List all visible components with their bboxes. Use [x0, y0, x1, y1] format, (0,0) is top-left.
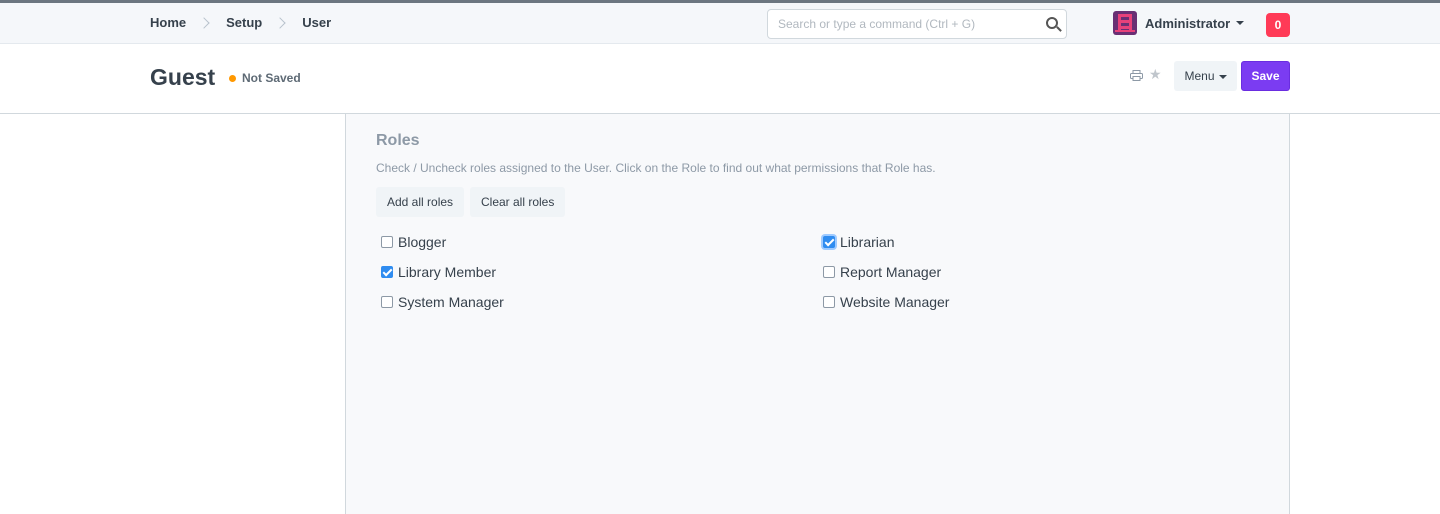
print-icon[interactable]	[1130, 70, 1143, 81]
breadcrumb-user[interactable]: User	[302, 15, 331, 30]
role-librarian[interactable]: Librarian	[823, 234, 894, 250]
chevron-right-icon	[198, 16, 210, 29]
checkbox[interactable]	[823, 236, 835, 248]
add-all-roles-button[interactable]: Add all roles	[376, 187, 465, 217]
caret-down-icon	[1218, 74, 1227, 79]
breadcrumb-setup[interactable]: Setup	[226, 15, 262, 30]
role-report-manager[interactable]: Report Manager	[823, 264, 941, 280]
clear-all-roles-button[interactable]: Clear all roles	[470, 187, 566, 217]
user-name: Administrator	[1145, 15, 1231, 31]
checkbox[interactable]	[381, 236, 393, 248]
role-label: Report Manager	[840, 264, 942, 280]
role-label: Website Manager	[840, 294, 950, 310]
save-button[interactable]: Save	[1241, 61, 1290, 91]
caret-down-icon	[1236, 21, 1245, 25]
menu-button-label: Menu	[1184, 69, 1215, 83]
menu-button[interactable]: Menu	[1174, 61, 1237, 91]
status-dot-icon	[229, 74, 236, 82]
checkbox[interactable]	[823, 296, 835, 308]
user-menu[interactable]: Administrator	[1113, 11, 1245, 35]
role-blogger[interactable]: Blogger	[381, 234, 446, 250]
page-head: Guest Not Saved ★ Menu Save	[0, 44, 1440, 114]
section-title: Roles	[376, 132, 420, 149]
status-text: Not Saved	[242, 71, 301, 85]
role-website-manager[interactable]: Website Manager	[823, 294, 949, 310]
checkbox[interactable]	[381, 296, 393, 308]
page-title: Guest	[150, 64, 216, 90]
notification-badge[interactable]: 0	[1266, 13, 1290, 37]
role-label: Library Member	[398, 264, 497, 280]
avatar	[1113, 11, 1137, 35]
search-input[interactable]	[768, 10, 1028, 38]
breadcrumb-home[interactable]: Home	[150, 15, 186, 30]
search-box	[767, 9, 1067, 39]
role-library-member[interactable]: Library Member	[381, 264, 496, 280]
checkbox[interactable]	[823, 266, 835, 278]
checkbox[interactable]	[381, 266, 393, 278]
chevron-right-icon	[274, 16, 286, 29]
search-icon[interactable]	[1046, 17, 1058, 29]
role-label: Librarian	[840, 234, 895, 250]
role-label: Blogger	[398, 234, 447, 250]
status-indicator: Not Saved	[229, 71, 301, 85]
roles-section: Roles Check / Uncheck roles assigned to …	[345, 114, 1290, 514]
role-label: System Manager	[398, 294, 504, 310]
role-system-manager[interactable]: System Manager	[381, 294, 504, 310]
breadcrumb: Home Setup User	[150, 15, 331, 30]
star-icon[interactable]: ★	[1149, 67, 1162, 81]
top-navbar: Home Setup User Administrator 0	[0, 0, 1440, 44]
section-description: Check / Uncheck roles assigned to the Us…	[376, 161, 936, 175]
